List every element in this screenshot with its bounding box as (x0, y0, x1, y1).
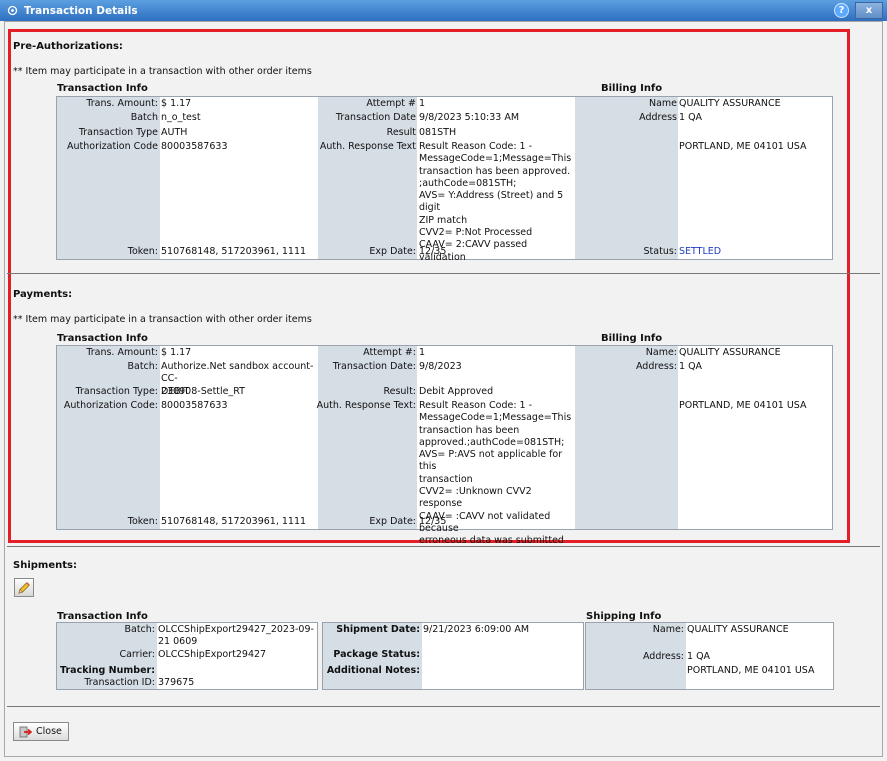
ship-city-value: PORTLAND, ME 04101 USA (687, 665, 815, 676)
ship-name-label: Name: (652, 624, 684, 635)
preauth-status-link[interactable]: SETTLED (679, 246, 721, 258)
shipments-transaction-info-header: Transaction Info (57, 611, 148, 622)
payments-note: ** Item may participate in a transaction… (13, 314, 312, 325)
payments-type-value: DEBIT (161, 386, 190, 397)
divider (7, 706, 880, 707)
preauth-auth-code-value: 80003587633 (161, 141, 228, 152)
ship-name-value: QUALITY ASSURANCE (687, 624, 789, 635)
preauth-auth-text-label: Auth. Response Text (319, 141, 416, 152)
ship-batch-value: OLCCShipExport29427_2023-09- 21 0609 (158, 624, 314, 648)
window-title: Transaction Details (24, 4, 138, 17)
payments-name-value: QUALITY ASSURANCE (679, 347, 781, 358)
help-button[interactable]: ? (834, 3, 849, 18)
preauth-city-value: PORTLAND, ME 04101 USA (679, 141, 807, 152)
preauth-batch-value: n_o_test (161, 112, 201, 123)
preauth-result-value: 081STH (419, 127, 457, 138)
preauth-attempt-value: 1 (419, 98, 426, 109)
ship-txn-id-value: 379675 (158, 677, 195, 688)
preauth-billing-info-header: Billing Info (601, 83, 663, 94)
preauth-type-label: Transaction Type (78, 127, 158, 138)
edit-shipment-button[interactable] (14, 578, 34, 597)
window-icon (6, 5, 18, 17)
preauth-address-label: Address (639, 112, 677, 123)
preauth-result-label: Result (386, 127, 416, 138)
close-button-label: Close (36, 726, 62, 737)
ship-pkg-status-label: Package Status: (333, 649, 420, 660)
shipments-transaction-table: Batch: OLCCShipExport29427_2023-09- 21 0… (56, 622, 318, 690)
payments-batch-label: Batch: (127, 361, 158, 372)
preauth-attempt-label: Attempt # (366, 98, 416, 109)
payments-city-value: PORTLAND, ME 04101 USA (679, 400, 807, 411)
shipments-shipping-table: Name: QUALITY ASSURANCE Address: 1 QA PO… (585, 622, 834, 690)
payments-section-title: Payments: (13, 289, 73, 300)
payments-result-label: Result: (383, 386, 416, 397)
preauth-transaction-info-header: Transaction Info (57, 83, 148, 94)
ship-batch-label: Batch: (124, 624, 155, 635)
shipments-shipping-info-header: Shipping Info (586, 611, 662, 622)
preauth-date-label: Transaction Date (335, 112, 416, 123)
preauth-address-value: 1 QA (679, 112, 703, 123)
payments-exp-label: Exp Date: (369, 516, 416, 527)
payments-attempt-value: 1 (419, 347, 426, 358)
divider (7, 546, 880, 547)
payments-result-value: Debit Approved (419, 386, 494, 397)
payments-type-label: Transaction Type: (75, 386, 158, 397)
payments-exp-value: 12/35 (419, 516, 447, 527)
payments-auth-code-value: 80003587633 (161, 400, 228, 411)
payments-date-label: Transaction Date: (332, 361, 416, 372)
shipments-status-table: Shipment Date: 9/21/2023 6:09:00 AM Pack… (322, 622, 584, 690)
window-close-button[interactable]: x (855, 2, 883, 19)
preauth-note: ** Item may participate in a transaction… (13, 66, 312, 77)
ship-notes-label: Additional Notes: (326, 665, 420, 676)
ship-address-value: 1 QA (687, 651, 711, 662)
payments-billing-info-header: Billing Info (601, 333, 663, 344)
ship-carrier-label: Carrier: (119, 649, 155, 660)
payments-amount-label: Trans. Amount: (86, 347, 158, 358)
window-titlebar: Transaction Details ? x (0, 0, 887, 21)
payments-address-label: Address: (635, 361, 677, 372)
ship-txn-id-label: Transaction ID: (84, 677, 155, 688)
preauth-section-title: Pre-Authorizations: (13, 41, 123, 52)
payments-auth-code-label: Authorization Code: (63, 400, 158, 411)
preauth-batch-label: Batch (130, 112, 158, 123)
payments-date-value: 9/8/2023 (419, 361, 462, 372)
preauth-exp-label: Exp Date: (369, 246, 416, 257)
payments-token-value: 510768148, 517203961, 1111 (161, 516, 307, 527)
payments-name-label: Name: (645, 347, 677, 358)
payments-transaction-info-header: Transaction Info (57, 333, 148, 344)
preauth-token-label: Token: (127, 246, 158, 257)
ship-date-label: Shipment Date: (336, 624, 420, 635)
payments-attempt-label: Attempt #: (363, 347, 416, 358)
ship-date-value: 9/21/2023 6:09:00 AM (423, 624, 530, 635)
ship-tracking-label: Tracking Number: (60, 665, 155, 676)
preauth-table: Trans. Amount: $ 1.17 Batch n_o_test Tra… (56, 96, 833, 263)
close-door-icon (19, 726, 32, 738)
preauth-name-value: QUALITY ASSURANCE (679, 98, 781, 109)
ship-carrier-value: OLCCShipExport29427 (158, 649, 267, 660)
preauth-type-value: AUTH (161, 127, 188, 138)
preauth-amount-value: $ 1.17 (161, 98, 192, 109)
preauth-amount-label: Trans. Amount: (86, 98, 158, 109)
preauth-date-value: 9/8/2023 5:10:33 AM (419, 112, 520, 123)
payments-address-value: 1 QA (679, 361, 703, 372)
divider (7, 273, 880, 274)
preauth-status-label: Status: (643, 246, 677, 257)
dialog-content: Pre-Authorizations: ** Item may particip… (4, 21, 883, 757)
ship-address-label: Address: (642, 651, 684, 662)
preauth-exp-value: 12/35 (419, 246, 447, 257)
payments-token-label: Token: (127, 516, 158, 527)
pencil-icon (17, 581, 31, 595)
close-button[interactable]: Close (13, 722, 69, 741)
preauth-token-value: 510768148, 517203961, 1111 (161, 246, 307, 257)
payments-table: Trans. Amount: $ 1.17 Batch: Authorize.N… (56, 345, 833, 546)
preauth-name-label: Name (648, 98, 677, 109)
preauth-auth-code-label: Authorization Code (67, 141, 158, 152)
shipments-section-title: Shipments: (13, 560, 77, 571)
payments-auth-text-label: Auth. Response Text: (316, 400, 416, 411)
payments-amount-value: $ 1.17 (161, 347, 192, 358)
